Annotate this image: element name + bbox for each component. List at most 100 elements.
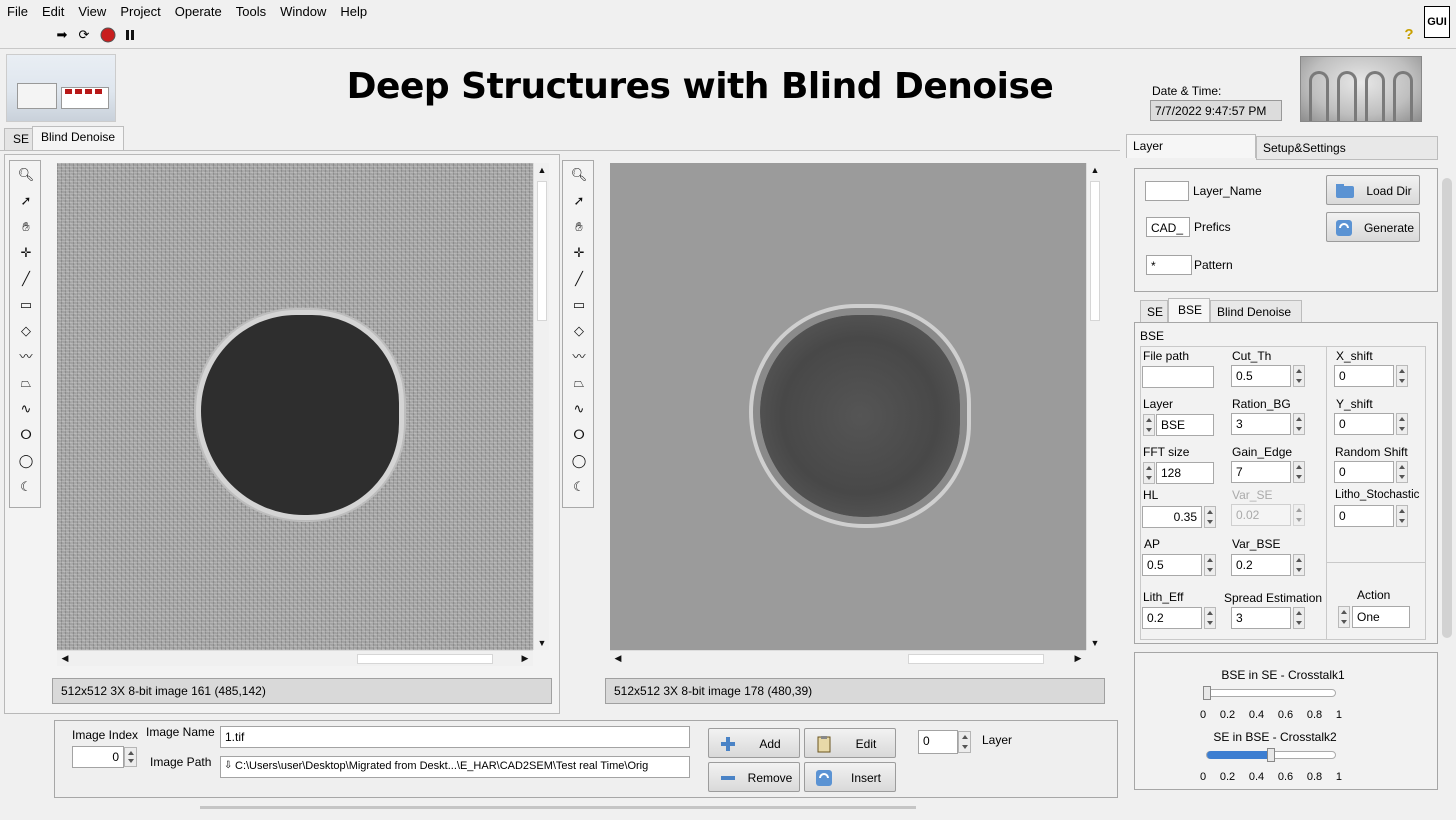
spread-estimation-input[interactable]: 3 (1231, 607, 1291, 629)
tab-layer[interactable]: Layer (1126, 134, 1256, 158)
tab-setup-settings[interactable]: Setup&Settings (1256, 136, 1438, 160)
pointer-icon[interactable]: ➚ (569, 191, 589, 211)
image-index-input[interactable]: 0 (72, 746, 124, 768)
zoom-icon[interactable]: 🔍︎ (16, 165, 36, 185)
polyline-icon[interactable]: 〰 (16, 347, 36, 367)
rotated-rect-icon[interactable]: ◇ (569, 321, 589, 341)
layer-name-input[interactable] (1145, 181, 1189, 201)
crosstalk2-slider[interactable] (1206, 748, 1336, 762)
denoised-image[interactable] (610, 163, 1086, 650)
menu-help[interactable]: Help (333, 4, 374, 19)
edit-button[interactable]: Edit (804, 728, 896, 758)
rectangle-icon[interactable]: ▭ (569, 295, 589, 315)
right-vertical-scrollbar[interactable]: ▲ ▼ (1086, 163, 1102, 650)
freehand-region-icon[interactable]: ⵔ (569, 425, 589, 445)
tab-blind-denoise[interactable]: Blind Denoise (32, 126, 125, 150)
menu-window[interactable]: Window (273, 4, 333, 19)
load-dir-button[interactable]: Load Dir (1326, 175, 1420, 205)
layer-index-input[interactable]: 0 (918, 730, 958, 754)
annulus-icon[interactable]: ☾ (569, 477, 589, 497)
zoom-icon[interactable]: 🔍︎ (569, 165, 589, 185)
image-name-field[interactable]: 1.tif (220, 726, 690, 748)
action-ring[interactable]: One (1352, 606, 1410, 628)
action-ring-stepper[interactable] (1338, 606, 1350, 628)
var-bse-input[interactable]: 0.2 (1231, 554, 1291, 576)
image-index-stepper[interactable] (124, 747, 137, 767)
polygon-icon[interactable]: ⏢ (16, 373, 36, 393)
right-horizontal-scrollbar[interactable]: ◀ ▶ (610, 650, 1086, 666)
remove-button[interactable]: Remove (708, 762, 800, 792)
pan-hand-icon[interactable]: ✋︎ (569, 217, 589, 237)
litho-stochastic-input[interactable]: 0 (1334, 505, 1394, 527)
freehand-line-icon[interactable]: ∿ (16, 399, 36, 419)
freehand-region-icon[interactable]: ⵔ (16, 425, 36, 445)
pattern-input[interactable]: * (1146, 255, 1192, 275)
original-image[interactable] (57, 163, 533, 650)
layer-index-stepper[interactable] (958, 731, 971, 753)
fft-size-input[interactable]: 128 (1156, 462, 1214, 484)
polyline-icon[interactable]: 〰 (569, 347, 589, 367)
run-arrow-icon[interactable]: ➡ (54, 27, 70, 43)
bottom-scrollbar[interactable] (200, 806, 916, 809)
file-path-input[interactable] (1142, 366, 1214, 388)
menu-tools[interactable]: Tools (229, 4, 273, 19)
rectangle-icon[interactable]: ▭ (16, 295, 36, 315)
x-shift-input[interactable]: 0 (1334, 365, 1394, 387)
litho-stochastic-stepper[interactable] (1396, 505, 1408, 527)
help-icon[interactable]: ? (1402, 26, 1416, 43)
hl-stepper[interactable] (1204, 506, 1216, 528)
polygon-icon[interactable]: ⏢ (569, 373, 589, 393)
layer-ring-stepper[interactable] (1143, 414, 1155, 436)
ap-input[interactable]: 0.5 (1142, 554, 1202, 576)
left-vertical-scrollbar[interactable]: ▲ ▼ (533, 163, 549, 650)
crosstalk2-knob[interactable] (1267, 748, 1275, 762)
image-path-field[interactable]: C:\Users\user\Desktop\Migrated from Desk… (220, 756, 690, 778)
ap-stepper[interactable] (1204, 554, 1216, 576)
random-shift-stepper[interactable] (1396, 461, 1408, 483)
lith-eff-stepper[interactable] (1204, 607, 1216, 629)
menu-edit[interactable]: Edit (35, 4, 71, 19)
oval-icon[interactable]: ◯ (16, 451, 36, 471)
crosstalk1-slider[interactable] (1203, 686, 1336, 700)
pan-hand-icon[interactable]: ✋︎ (16, 217, 36, 237)
y-shift-stepper[interactable] (1396, 413, 1408, 435)
menu-operate[interactable]: Operate (168, 4, 229, 19)
annulus-icon[interactable]: ☾ (16, 477, 36, 497)
cut-th-input[interactable]: 0.5 (1231, 365, 1291, 387)
oval-icon[interactable]: ◯ (569, 451, 589, 471)
crosstalk1-knob[interactable] (1203, 686, 1211, 700)
pause-icon[interactable] (122, 27, 138, 43)
abort-icon[interactable] (100, 27, 116, 43)
line-icon[interactable]: ╱ (16, 269, 36, 289)
subtab-se[interactable]: SE (1140, 300, 1168, 324)
pointer-icon[interactable]: ➚ (16, 191, 36, 211)
cut-th-stepper[interactable] (1293, 365, 1305, 387)
var-bse-stepper[interactable] (1293, 554, 1305, 576)
spread-estimation-stepper[interactable] (1293, 607, 1305, 629)
add-button[interactable]: Add (708, 728, 800, 758)
gain-edge-input[interactable]: 7 (1231, 461, 1291, 483)
prefics-input[interactable]: CAD_ (1146, 217, 1190, 237)
path-browse-icon[interactable]: ⇩ (224, 760, 232, 771)
insert-button[interactable]: Insert (804, 762, 896, 792)
random-shift-input[interactable]: 0 (1334, 461, 1394, 483)
left-horizontal-scrollbar[interactable]: ◀ ▶ (57, 650, 533, 666)
layer-ring[interactable]: BSE (1156, 414, 1214, 436)
menu-file[interactable]: File (0, 4, 35, 19)
crosshair-icon[interactable]: ✛ (569, 243, 589, 263)
subtab-bse[interactable]: BSE (1168, 298, 1210, 322)
gain-edge-stepper[interactable] (1293, 461, 1305, 483)
crosshair-icon[interactable]: ✛ (16, 243, 36, 263)
rotated-rect-icon[interactable]: ◇ (16, 321, 36, 341)
hl-input[interactable]: 0.35 (1142, 506, 1202, 528)
ration-bg-input[interactable]: 3 (1231, 413, 1291, 435)
menu-project[interactable]: Project (113, 4, 167, 19)
y-shift-input[interactable]: 0 (1334, 413, 1394, 435)
x-shift-stepper[interactable] (1396, 365, 1408, 387)
fft-size-stepper[interactable] (1143, 462, 1155, 484)
line-icon[interactable]: ╱ (569, 269, 589, 289)
generate-button[interactable]: Generate (1326, 212, 1420, 242)
menu-view[interactable]: View (71, 4, 113, 19)
subtab-blind-denoise[interactable]: Blind Denoise (1210, 300, 1302, 324)
run-continuously-icon[interactable]: ⟳ (76, 27, 92, 43)
